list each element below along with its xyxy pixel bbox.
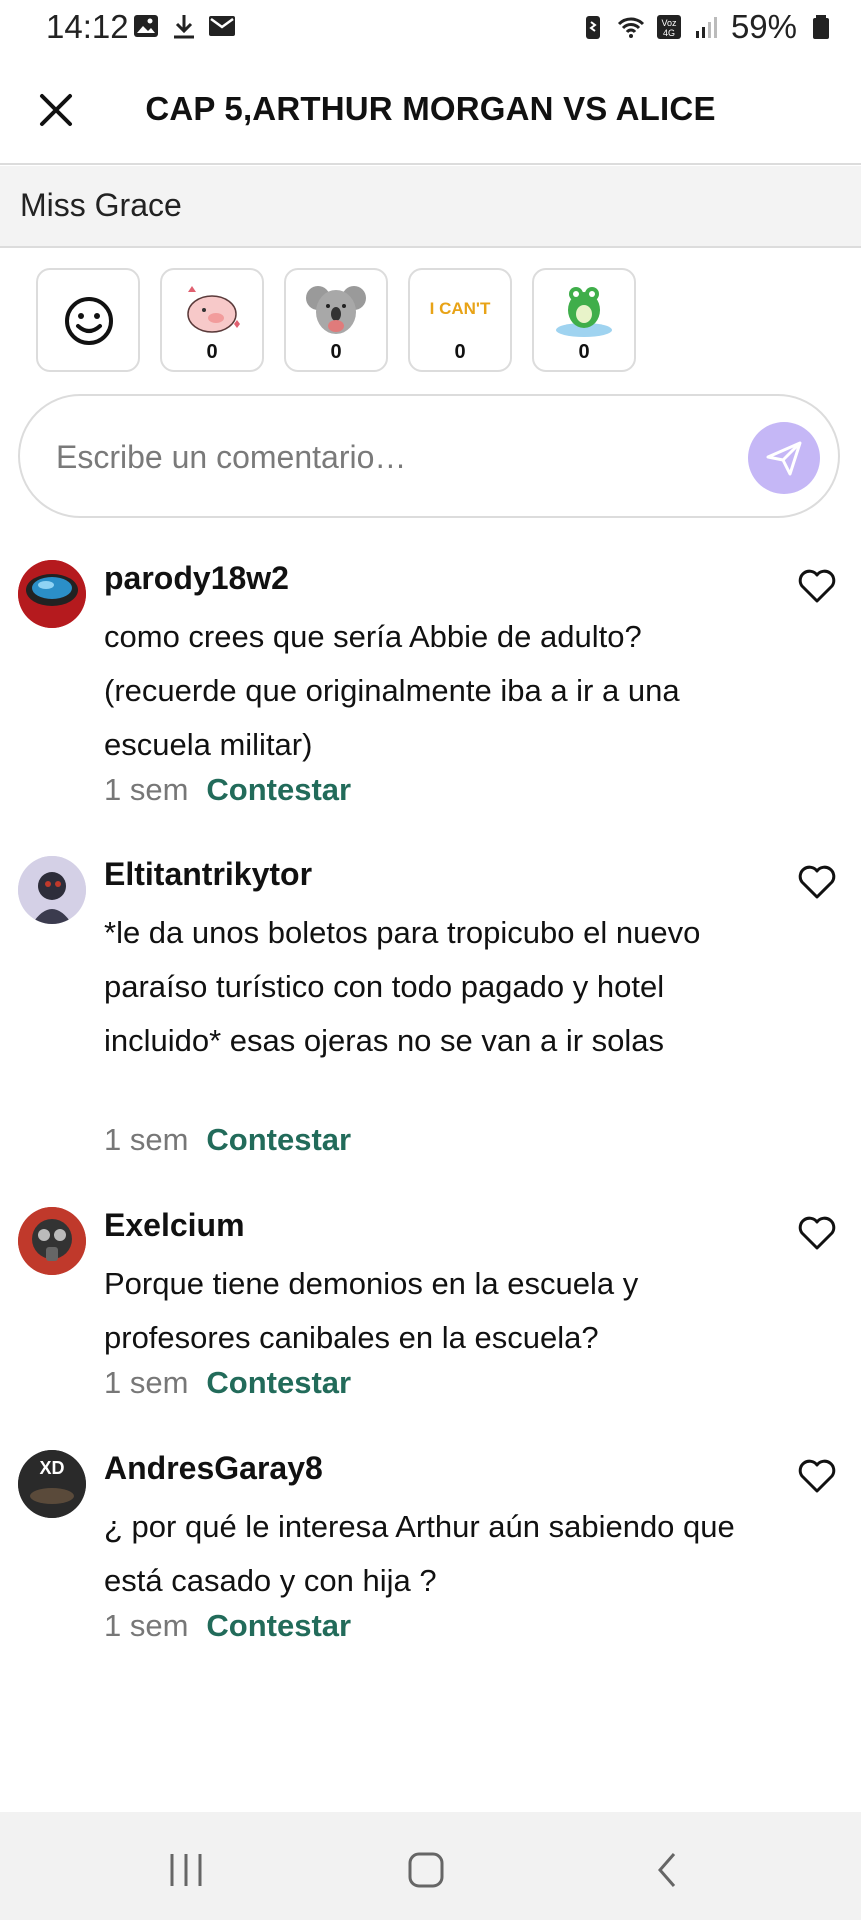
battery-icon	[813, 15, 829, 39]
comment-meta: 1 sem Contestar	[104, 772, 351, 808]
home-icon	[408, 1852, 444, 1888]
like-heart-icon[interactable]	[797, 864, 837, 900]
avatar[interactable]	[18, 1207, 86, 1275]
system-nav-bar	[0, 1812, 861, 1920]
divider	[0, 163, 861, 165]
crewmate-avatar-icon	[18, 560, 86, 628]
comment-username[interactable]: parody18w2	[104, 560, 289, 597]
reply-button[interactable]: Contestar	[206, 1608, 351, 1643]
volte-icon: Voz4G	[656, 15, 681, 39]
recent-apps-button[interactable]	[156, 1840, 216, 1900]
comment-username[interactable]: AndresGaray8	[104, 1450, 323, 1487]
reaction-frog[interactable]: 0	[532, 268, 636, 372]
comment-text: *le da unos boletos para tropicubo el nu…	[104, 915, 701, 1058]
svg-text:I CAN'T: I CAN'T	[430, 299, 491, 318]
home-button[interactable]	[396, 1840, 456, 1900]
avatar[interactable]	[18, 560, 86, 628]
koala-sticker-icon	[306, 286, 366, 334]
svg-text:XD: XD	[39, 1458, 64, 1478]
reaction-bar: 0 0 I CAN'T 0 0	[36, 268, 636, 372]
reaction-count: 0	[206, 341, 218, 363]
like-heart-icon[interactable]	[797, 1215, 837, 1251]
comment-composer	[18, 394, 840, 518]
recent-apps-icon	[170, 1854, 202, 1886]
close-icon	[40, 94, 72, 126]
download-icon	[174, 15, 194, 39]
reply-button[interactable]: Contestar	[206, 1365, 351, 1400]
reaction-i-cant[interactable]: I CAN'T 0	[408, 268, 512, 372]
emoji-picker-button[interactable]	[36, 268, 140, 372]
reaction-koala[interactable]: 0	[284, 268, 388, 372]
reaction-count: 0	[578, 341, 590, 363]
like-heart-icon[interactable]	[797, 1458, 837, 1494]
reaction-pig[interactable]: 0	[160, 268, 264, 372]
comment-username[interactable]: Eltitantrikytor	[104, 856, 312, 893]
like-heart-icon[interactable]	[797, 568, 837, 604]
svg-text:4G: 4G	[663, 28, 675, 38]
comment-time: 1 sem	[104, 1365, 189, 1400]
divider	[0, 246, 861, 248]
mail-icon	[209, 16, 235, 36]
comment-meta: 1 sem Contestar	[104, 1608, 351, 1644]
reply-button[interactable]: Contestar	[206, 772, 351, 807]
close-button[interactable]	[30, 84, 82, 136]
comment-username[interactable]: Exelcium	[104, 1207, 245, 1244]
character-avatar-icon	[18, 856, 86, 924]
back-button[interactable]	[638, 1840, 698, 1900]
back-icon	[658, 1853, 676, 1887]
send-button[interactable]	[748, 422, 820, 494]
comment-time: 1 sem	[104, 1122, 189, 1157]
svg-text:Voz: Voz	[661, 18, 677, 28]
battery-saver-icon	[585, 16, 600, 39]
reply-button[interactable]: Contestar	[206, 1122, 351, 1157]
status-time: 14:12	[46, 8, 129, 45]
send-icon	[766, 441, 802, 476]
author-name: Miss Grace	[20, 187, 182, 223]
frog-sticker-icon	[556, 287, 612, 337]
battery-percent: 59%	[730, 8, 797, 45]
comment-meta: 1 sem Contestar	[104, 1365, 351, 1401]
comment-text: como crees que sería Abbie de adulto? (r…	[104, 619, 680, 762]
gallery-icon	[134, 15, 158, 37]
avatar[interactable]	[18, 856, 86, 924]
pig-sticker-icon	[187, 286, 240, 333]
i-cant-sticker-icon: I CAN'T	[430, 299, 491, 318]
comment-text: Porque tiene demonios en la escuela y pr…	[104, 1266, 639, 1355]
comment-meta: 1 sem Contestar	[104, 1122, 351, 1158]
author-bar: Miss Grace	[0, 166, 861, 246]
page-title: CAP 5,ARTHUR MORGAN VS ALICE	[145, 90, 716, 127]
comment-input[interactable]	[54, 426, 738, 488]
reaction-count: 0	[330, 341, 342, 363]
header: CAP 5,ARTHUR MORGAN VS ALICE	[0, 56, 861, 164]
comment-time: 1 sem	[104, 772, 189, 807]
smiley-icon	[65, 297, 113, 345]
avatar[interactable]: XD	[18, 1450, 86, 1518]
gasmask-avatar-icon	[18, 1207, 86, 1275]
comment-text: ¿ por qué le interesa Arthur aún sabiend…	[104, 1509, 735, 1598]
xd-avatar-icon: XD	[18, 1450, 86, 1518]
signal-icon	[695, 17, 717, 38]
status-bar: 14:12 Voz 4G 59%	[0, 0, 861, 56]
comment-time: 1 sem	[104, 1608, 189, 1643]
wifi-icon	[617, 17, 644, 38]
reaction-count: 0	[454, 341, 466, 363]
